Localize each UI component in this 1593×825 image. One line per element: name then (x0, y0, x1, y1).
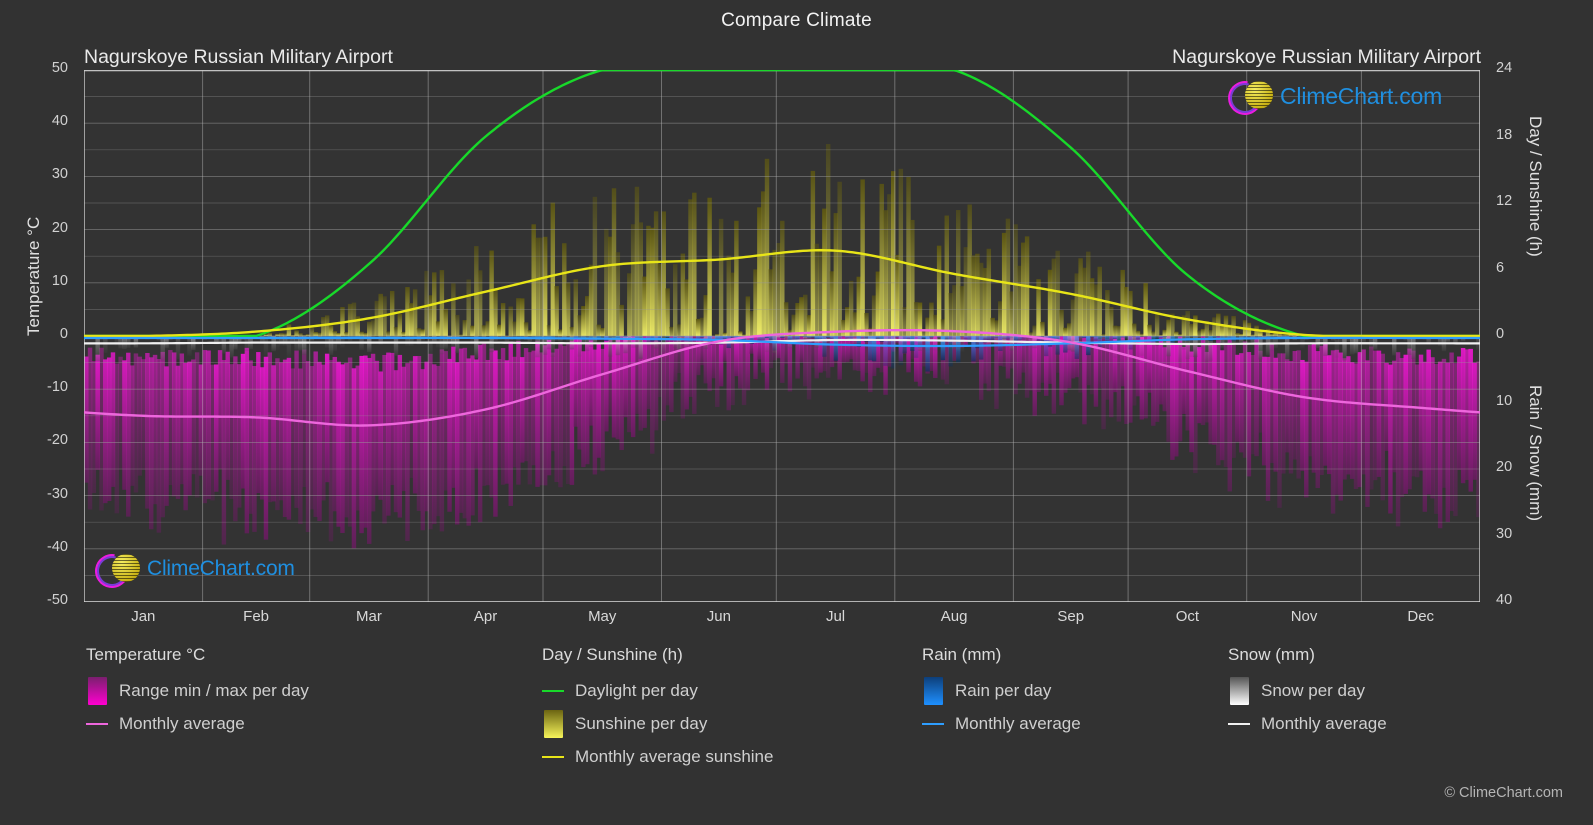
legend-gradient-swatch-icon (543, 709, 563, 738)
legend-item-label: Monthly average (955, 713, 1081, 733)
legend-item-label: Daylight per day (575, 680, 698, 700)
y-tick-rain-snow: 40 (1496, 592, 1513, 608)
legend-swatch (922, 676, 944, 705)
legend-group-title: Day / Sunshine (h) (542, 645, 683, 664)
watermark-brand-text: ClimeChart.com (147, 557, 295, 580)
legend-item-label: Range min / max per day (119, 680, 309, 700)
page-title: Compare Climate (721, 10, 872, 31)
legend-swatch (922, 722, 944, 725)
legend-line-swatch-icon (542, 690, 564, 692)
y-tick-temperature: 20 (51, 219, 68, 236)
legend-group-title: Rain (mm) (922, 645, 1002, 664)
y-tick-temperature: -20 (47, 432, 68, 449)
legend-line-swatch-icon (922, 723, 944, 725)
legend-swatch (1228, 676, 1250, 705)
x-tick-month: Jun (706, 608, 731, 625)
legend-line-swatch-icon (1228, 723, 1250, 725)
x-tick-month: Jul (825, 608, 846, 625)
legend-item[interactable]: Rain per day (922, 674, 1081, 707)
legend-group-temperature-c: Temperature °C Range min / max per day Mon… (86, 645, 309, 740)
legend-group-rain-mm: Rain (mm) Rain per day Monthly average (922, 645, 1081, 740)
legend-item[interactable]: Snow per day (1228, 674, 1387, 707)
legend-item-label: Snow per day (1261, 680, 1365, 700)
legend-item[interactable]: Sunshine per day (542, 707, 773, 740)
climate-chart-page: Compare Climate Nagurskoye Russian Milit… (0, 0, 1593, 825)
legend-item-label: Monthly average (119, 713, 245, 733)
legend-item[interactable]: Monthly average (1228, 707, 1387, 740)
y-tick-temperature: 10 (51, 272, 68, 289)
x-tick-month: Nov (1290, 608, 1318, 625)
x-tick-month: Jan (131, 608, 156, 625)
climechart-logo-icon (1221, 74, 1276, 122)
x-tick-month: Apr (473, 608, 498, 625)
y-tick-temperature: -30 (47, 485, 68, 502)
y-tick-day-sunshine: 6 (1496, 259, 1505, 276)
legend-item[interactable]: Monthly average (86, 707, 309, 740)
legend-item[interactable]: Monthly average (922, 707, 1081, 740)
legend-item-label: Monthly average sunshine (575, 746, 774, 766)
x-tick-month: May (588, 608, 617, 625)
y-tick-temperature: 40 (51, 113, 68, 130)
y-tick-day-sunshine: 24 (1496, 60, 1513, 76)
legend-group-title: Temperature °C (86, 645, 206, 664)
station-name-left: Nagurskoye Russian Military Airport (84, 46, 393, 68)
y-tick-rain-snow: 10 (1496, 392, 1513, 409)
legend-item-label: Rain per day (955, 680, 1052, 700)
y-tick-temperature: -50 (47, 592, 68, 608)
y-tick-day-sunshine: 0 (1496, 326, 1505, 342)
y-tick-rain-snow: 30 (1496, 525, 1513, 542)
legend-item[interactable]: Range min / max per day (86, 674, 309, 707)
climechart-logo-icon (88, 547, 143, 595)
y-tick-temperature: 0 (59, 326, 68, 342)
y-tick-temperature: -10 (47, 379, 68, 396)
legend-item-label: Monthly average (1261, 713, 1387, 733)
legend-swatch (542, 689, 564, 692)
x-tick-month: Aug (940, 608, 968, 625)
legend-group-title: Snow (mm) (1228, 645, 1315, 664)
legend-group-snow-mm: Snow (mm) Snow per day Monthly average (1228, 645, 1387, 740)
legend-swatch (542, 755, 564, 758)
x-tick-month: Sep (1057, 608, 1085, 625)
chart-legend: © ClimeChart.com Temperature °C Range min… (0, 645, 1593, 825)
watermark-brand-text: ClimeChart.com (1280, 82, 1443, 109)
legend-group-day-sunshine-h: Day / Sunshine (h) Daylight per day Sunshi… (542, 645, 773, 773)
watermark-logo-bottom: ClimeChart.com (88, 547, 295, 595)
legend-line-swatch-icon (542, 756, 564, 758)
legend-swatch (86, 722, 108, 725)
legend-item[interactable]: Daylight per day (542, 674, 773, 707)
y-tick-temperature: 30 (51, 166, 68, 183)
y-tick-day-sunshine: 12 (1496, 193, 1513, 209)
y-tick-rain-snow: 20 (1496, 459, 1513, 475)
legend-swatch (1228, 722, 1250, 725)
y-tick-day-sunshine: 18 (1496, 126, 1513, 143)
chart-gridlines (84, 70, 1480, 602)
legend-gradient-swatch-icon (1229, 676, 1249, 705)
chart-canvas (84, 70, 1480, 602)
legend-swatch (86, 676, 108, 705)
y-tick-temperature: -40 (47, 538, 68, 555)
copyright-text: © ClimeChart.com (1444, 785, 1563, 801)
legend-gradient-swatch-icon (923, 676, 943, 705)
legend-line-swatch-icon (86, 723, 108, 725)
x-tick-month: Mar (356, 608, 382, 625)
legend-swatch (542, 709, 564, 738)
y-tick-temperature: 50 (51, 60, 68, 76)
x-tick-month: Oct (1175, 608, 1200, 625)
legend-item-label: Sunshine per day (575, 713, 708, 733)
station-name-right: Nagurskoye Russian Military Airport (1172, 46, 1481, 68)
chart-plot-area (84, 70, 1480, 602)
watermark-logo-top: ClimeChart.com (1221, 74, 1443, 122)
legend-gradient-swatch-icon (87, 676, 107, 705)
x-tick-month: Feb (243, 608, 270, 625)
x-tick-month: Dec (1407, 608, 1435, 625)
legend-item[interactable]: Monthly average sunshine (542, 740, 773, 773)
